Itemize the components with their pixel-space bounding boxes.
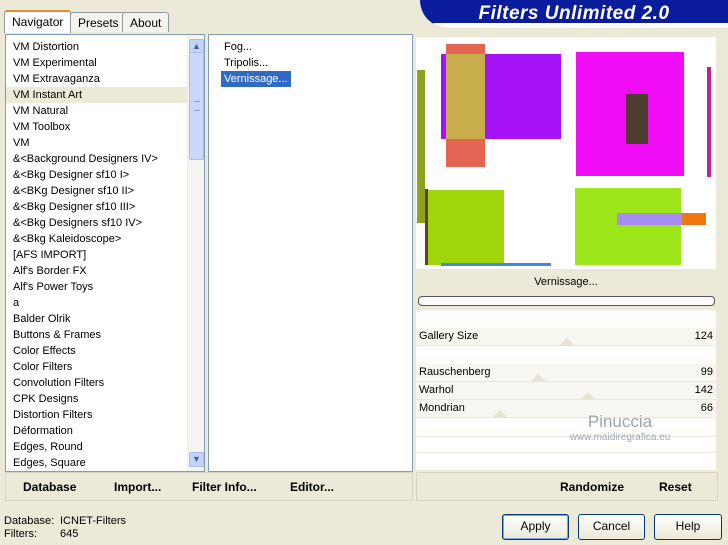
slider-value: 124 — [694, 330, 713, 342]
category-item[interactable]: Déformation — [6, 423, 204, 439]
database-button[interactable]: Database — [23, 480, 76, 494]
category-item[interactable]: a — [6, 295, 204, 311]
category-item[interactable]: Color Effects — [6, 343, 204, 359]
category-item[interactable]: Alf's Power Toys — [6, 279, 204, 295]
right-toolbar: Randomize Reset — [416, 472, 718, 501]
filter-info-button[interactable]: Filter Info... — [192, 480, 257, 494]
slider-knob[interactable] — [529, 374, 546, 382]
category-item[interactable]: Edges, Square — [6, 455, 204, 471]
tab-navigator[interactable]: Navigator — [4, 10, 72, 33]
slider-knob[interactable] — [559, 338, 576, 346]
status-database-label: Database: — [4, 515, 55, 527]
slider-knob[interactable] — [491, 410, 508, 418]
slider-value: 99 — [700, 366, 713, 378]
help-button[interactable]: Help — [654, 514, 722, 540]
category-item[interactable]: &<BKg Designer sf10 II> — [6, 183, 204, 199]
category-item[interactable]: VM Extravaganza — [6, 71, 204, 87]
slider-value: 66 — [700, 402, 713, 414]
cancel-button[interactable]: Cancel — [578, 514, 645, 540]
category-item[interactable]: Convolution Filters — [6, 375, 204, 391]
status-filters-value: 645 — [60, 528, 79, 540]
preview-image — [416, 37, 716, 269]
category-list[interactable]: VM Distortion VM Experimental VM Extravaga… — [5, 34, 205, 472]
import-button[interactable]: Import... — [114, 480, 161, 494]
slider-label: Mondrian — [419, 402, 465, 414]
slider-value: 142 — [694, 384, 713, 396]
slider-label: Gallery Size — [419, 330, 479, 342]
slider-row: Rauschenberg 99 — [416, 364, 716, 381]
left-toolbar: Database Import... Filter Info... Editor… — [5, 472, 413, 501]
slider-label: Rauschenberg — [419, 366, 491, 378]
status-filters-label: Filters: — [4, 528, 37, 540]
chevron-down-icon[interactable]: ▼ — [189, 452, 204, 467]
slider-row: Warhol 142 — [416, 382, 716, 399]
filter-item[interactable]: Fog... — [221, 39, 255, 55]
filter-item[interactable]: Vernissage... — [221, 71, 291, 87]
category-item[interactable]: Balder Olrik — [6, 311, 204, 327]
filter-items: Fog... Tripolis... Vernissage... — [209, 35, 412, 87]
category-item[interactable]: &<Bkg Designers sf10 IV> — [6, 215, 204, 231]
editor-button[interactable]: Editor... — [290, 480, 334, 494]
slider-label: Warhol — [419, 384, 454, 396]
apply-button[interactable]: Apply — [502, 514, 569, 540]
filter-list[interactable]: Fog... Tripolis... Vernissage... — [208, 34, 413, 472]
app-title: Filters Unlimited 2.0 — [478, 3, 670, 24]
randomize-button[interactable]: Randomize — [560, 480, 624, 494]
category-scrollbar[interactable]: ▲ ▼ — [187, 35, 204, 471]
watermark-name: Pinuccia — [587, 412, 653, 431]
status-filters: Filters: 645 — [4, 528, 78, 540]
reset-button[interactable]: Reset — [659, 480, 692, 494]
category-item[interactable]: VM Natural — [6, 103, 204, 119]
status-database: Database: ICNET-Filters — [4, 515, 126, 527]
category-item[interactable]: &<Bkg Kaleidoscope> — [6, 231, 204, 247]
category-item[interactable]: VM Toolbox — [6, 119, 204, 135]
category-item[interactable]: VM Instant Art — [6, 87, 204, 103]
category-item[interactable]: VM Experimental — [6, 55, 204, 71]
filter-item[interactable]: Tripolis... — [221, 55, 271, 71]
category-item[interactable]: VM — [6, 135, 204, 151]
progress-bar — [418, 296, 715, 306]
category-item[interactable]: Color Filters — [6, 359, 204, 375]
category-item[interactable]: &<Bkg Designer sf10 I> — [6, 167, 204, 183]
category-item[interactable]: &<Background Designers IV> — [6, 151, 204, 167]
tab-presets[interactable]: Presets — [70, 12, 127, 32]
category-item[interactable]: Edges, Round — [6, 439, 204, 455]
watermark-url: www.maidiregrafica.eu — [569, 432, 671, 443]
tab-about[interactable]: About — [122, 12, 170, 32]
category-items: VM Distortion VM Experimental VM Extravaga… — [6, 35, 204, 471]
empty-control-row — [416, 452, 716, 462]
title-banner: Filters Unlimited 2.0 — [420, 0, 728, 28]
category-item[interactable]: CPK Designs — [6, 391, 204, 407]
category-item[interactable]: Buttons & Frames — [6, 327, 204, 343]
category-item[interactable]: Distortion Filters — [6, 407, 204, 423]
slider-knob[interactable] — [579, 392, 596, 400]
scroll-thumb[interactable] — [189, 52, 204, 160]
slider-track[interactable] — [416, 338, 716, 355]
category-item[interactable]: &<Bkg Designer sf10 III> — [6, 199, 204, 215]
category-item[interactable]: VM Distortion — [6, 39, 204, 55]
category-item[interactable]: [AFS IMPORT] — [6, 247, 204, 263]
category-item[interactable]: Alf's Border FX — [6, 263, 204, 279]
status-database-value: ICNET-Filters — [60, 515, 126, 527]
preview-filter-name: Vernissage... — [534, 276, 598, 288]
